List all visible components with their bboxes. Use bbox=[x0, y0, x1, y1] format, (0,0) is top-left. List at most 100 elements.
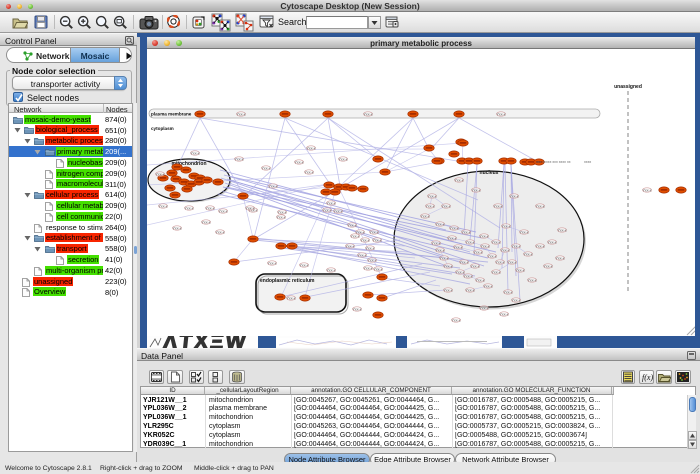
svg-text:Yxx-x: Yxx-x bbox=[202, 220, 211, 224]
svg-text:Yxx-x: Yxx-x bbox=[268, 261, 277, 265]
svg-text:Yxx-x: Yxx-x bbox=[216, 230, 225, 234]
svg-text:Yxx-x: Yxx-x bbox=[295, 160, 304, 164]
svg-text:cytoplasm: cytoplasm bbox=[151, 126, 174, 131]
svg-text:Yxx-x: Yxx-x bbox=[476, 278, 485, 282]
svg-text:Yxx-x: Yxx-x bbox=[421, 214, 430, 218]
svg-text:Yxx-x: Yxx-x bbox=[558, 228, 567, 232]
svg-text:Yxx-x: Yxx-x bbox=[287, 296, 296, 300]
svg-text:Yxx-x: Yxx-x bbox=[556, 256, 565, 260]
svg-text:unassigned: unassigned bbox=[614, 84, 642, 90]
svg-text:Yxx-x: Yxx-x bbox=[364, 266, 373, 270]
svg-text:Yxx-x: Yxx-x bbox=[159, 204, 168, 208]
svg-text:Yxx-x: Yxx-x bbox=[512, 244, 521, 248]
svg-text:Yxx-x: Yxx-x bbox=[366, 246, 375, 250]
svg-text:Yxx-x: Yxx-x bbox=[497, 112, 506, 116]
svg-text:Yxx-x: Yxx-x bbox=[496, 260, 505, 264]
svg-text:Yxx-x: Yxx-x bbox=[444, 264, 453, 268]
svg-text:Yxx-x: Yxx-x bbox=[450, 226, 459, 230]
svg-text:Yxx-x: Yxx-x bbox=[474, 250, 483, 254]
svg-text:Yxx-x: Yxx-x bbox=[206, 206, 215, 210]
svg-text:Yxx-x: Yxx-x bbox=[494, 204, 503, 208]
svg-text:Yxx-x: Yxx-x bbox=[300, 263, 309, 267]
svg-text:Yxx-x: Yxx-x bbox=[480, 306, 489, 310]
svg-text:Yxx-x: Yxx-x bbox=[353, 307, 362, 311]
svg-text:Yxx-x: Yxx-x bbox=[361, 238, 370, 242]
svg-text:Yxx-x: Yxx-x bbox=[460, 260, 469, 264]
svg-text:Yxx-x: Yxx-x bbox=[548, 240, 557, 244]
svg-text:Yxx-x: Yxx-x bbox=[235, 157, 244, 161]
svg-text:Yxx-x: Yxx-x bbox=[364, 112, 373, 116]
svg-text:plasma membrane: plasma membrane bbox=[151, 112, 192, 117]
svg-text:Yxx-x: Yxx-x bbox=[455, 178, 464, 182]
svg-text:Yxx-x: Yxx-x bbox=[370, 230, 379, 234]
svg-text:Yxx-x: Yxx-x bbox=[536, 244, 545, 248]
svg-text:Yxx-x: Yxx-x bbox=[528, 278, 537, 282]
svg-text:Yxx-x: Yxx-x bbox=[277, 215, 286, 219]
svg-text:ΛTXΞW: ΛTXΞW bbox=[162, 336, 249, 348]
svg-text:xxx xxxxx xxx xxxx xx: xxx xxxxx xxx xxxx xx bbox=[536, 160, 571, 164]
svg-text:Yxx-x: Yxx-x bbox=[472, 188, 481, 192]
svg-text:Yxx-x: Yxx-x bbox=[323, 208, 332, 212]
svg-text:f(x): f(x) bbox=[642, 373, 653, 382]
svg-text:Yxx-x: Yxx-x bbox=[346, 244, 355, 248]
svg-text:Yxx-x: Yxx-x bbox=[492, 240, 501, 244]
svg-text:Yxx-x: Yxx-x bbox=[512, 298, 521, 302]
svg-text:Yxx-x: Yxx-x bbox=[500, 312, 509, 316]
svg-text:Yxx-x: Yxx-x bbox=[237, 112, 246, 116]
svg-text:Yxx-x: Yxx-x bbox=[454, 245, 463, 249]
svg-text:xxxx: xxxx bbox=[584, 160, 591, 164]
svg-text:Yxx-x: Yxx-x bbox=[442, 204, 451, 208]
svg-text:Yxx-x: Yxx-x bbox=[484, 284, 493, 288]
svg-text:Yxx-x: Yxx-x bbox=[480, 234, 489, 238]
svg-text:Yxx-x: Yxx-x bbox=[374, 267, 383, 271]
svg-text:Yxx-x: Yxx-x bbox=[462, 230, 471, 234]
svg-text:Yxx-x: Yxx-x bbox=[269, 184, 278, 188]
svg-text:Yxx-x: Yxx-x bbox=[348, 223, 357, 227]
svg-text:Yxx-x: Yxx-x bbox=[173, 226, 182, 230]
svg-text:Yxx-x: Yxx-x bbox=[643, 188, 652, 192]
svg-text:Yxx-x: Yxx-x bbox=[339, 157, 348, 161]
svg-text:Yxx-x: Yxx-x bbox=[536, 204, 545, 208]
svg-text:Yxx-x: Yxx-x bbox=[544, 264, 553, 268]
svg-text:Yxx-x: Yxx-x bbox=[436, 222, 445, 226]
svg-text:Yxx-x: Yxx-x bbox=[510, 194, 519, 198]
svg-text:Yxx-x: Yxx-x bbox=[373, 238, 382, 242]
svg-text:Yxx-x: Yxx-x bbox=[466, 288, 475, 292]
svg-text:Yxx-x: Yxx-x bbox=[440, 256, 449, 260]
svg-text:Yxx-x: Yxx-x bbox=[351, 234, 360, 238]
svg-text:Yxx-x: Yxx-x bbox=[334, 209, 343, 213]
svg-text:Yxx-x: Yxx-x bbox=[368, 258, 377, 262]
svg-text:Yxx-x: Yxx-x bbox=[307, 146, 316, 150]
svg-text:Yxx-x: Yxx-x bbox=[428, 194, 437, 198]
svg-text:Yxx-x: Yxx-x bbox=[502, 224, 511, 228]
svg-text:Yxx-x: Yxx-x bbox=[278, 210, 287, 214]
svg-text:Yxx-x: Yxx-x bbox=[508, 260, 517, 264]
svg-text:Yxx-x: Yxx-x bbox=[524, 252, 533, 256]
svg-text:Yxx-x: Yxx-x bbox=[448, 236, 457, 240]
svg-text:Yxx-x: Yxx-x bbox=[464, 274, 473, 278]
svg-text:Yxx-x: Yxx-x bbox=[444, 288, 453, 292]
svg-text:Yxx-x: Yxx-x bbox=[327, 268, 336, 272]
svg-text:Yxx-x: Yxx-x bbox=[327, 201, 336, 205]
svg-text:Yxx-x: Yxx-x bbox=[516, 268, 525, 272]
svg-text:Yxx-x: Yxx-x bbox=[520, 230, 529, 234]
svg-text:Yxx-x: Yxx-x bbox=[358, 253, 367, 257]
svg-text:Yxx-x: Yxx-x bbox=[481, 244, 490, 248]
svg-text:Yxx-x: Yxx-x bbox=[219, 209, 228, 213]
svg-text:Yxx-x: Yxx-x bbox=[501, 248, 510, 252]
svg-text:endoplasmic reticulum: endoplasmic reticulum bbox=[260, 278, 315, 284]
svg-text:nucleus: nucleus bbox=[480, 170, 499, 176]
svg-text:Yxx-x: Yxx-x bbox=[262, 166, 271, 170]
svg-text:Yxx-x: Yxx-x bbox=[185, 206, 194, 210]
svg-text:Yxx-x: Yxx-x bbox=[436, 248, 445, 252]
svg-text:Yxx-x: Yxx-x bbox=[305, 170, 314, 174]
svg-text:Yxx-x: Yxx-x bbox=[432, 241, 441, 245]
svg-text:Yxx-x: Yxx-x bbox=[246, 206, 255, 210]
svg-text:Yxx-x: Yxx-x bbox=[488, 254, 497, 258]
svg-text:Yxx-x: Yxx-x bbox=[452, 318, 461, 322]
svg-text:Yxx-x: Yxx-x bbox=[426, 204, 435, 208]
svg-text:Yxx-x: Yxx-x bbox=[471, 264, 480, 268]
svg-text:Yxx-x: Yxx-x bbox=[504, 290, 513, 294]
svg-text:Yxx-x: Yxx-x bbox=[156, 172, 165, 176]
svg-text:Yxx-x: Yxx-x bbox=[191, 151, 200, 155]
